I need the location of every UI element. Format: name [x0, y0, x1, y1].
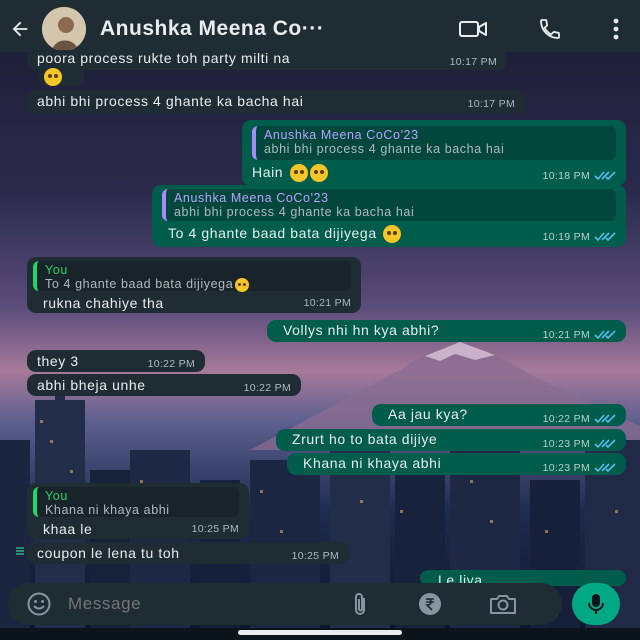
reply-text: Khana ni khaya abhi — [45, 503, 170, 517]
reply-author: You — [45, 263, 68, 277]
message-time: 10:21 PM — [303, 297, 351, 309]
reply-text: To 4 ghante baad bata dijiyega — [45, 277, 234, 291]
message-time: 10:22 PM — [147, 358, 195, 370]
message-input[interactable] — [66, 593, 330, 615]
message-time: 10:25 PM — [291, 550, 339, 562]
camera-icon[interactable] — [488, 592, 518, 616]
emoji-icon[interactable] — [26, 591, 52, 617]
pleading-face-emoji — [44, 68, 62, 87]
paperclip-icon[interactable] — [350, 591, 370, 617]
message-time: 10:22 PM — [243, 382, 291, 394]
astonished-face-emoji — [309, 164, 328, 183]
read-ticks-icon — [594, 171, 616, 181]
contact-avatar[interactable] — [42, 7, 86, 51]
reply-text: abhi bhi process 4 ghante ka bacha hai — [264, 142, 505, 156]
more-options-button[interactable] — [598, 6, 634, 52]
message-incoming[interactable]: coupon le lena tu toh 10:25 PM — [27, 542, 349, 564]
message-time: 10:19 PM — [542, 231, 590, 243]
message-time: 10:23 PM — [542, 462, 590, 474]
message-text: they 3 — [37, 353, 79, 369]
message-time: 10:18 PM — [542, 170, 590, 182]
message-text: abhi bhi process 4 ghante ka bacha hai — [37, 93, 304, 109]
phone-icon — [540, 19, 560, 39]
pleading-face-emoji — [235, 277, 250, 292]
read-ticks-icon — [594, 414, 616, 424]
message-incoming[interactable]: abhi bheja unhe 10:22 PM — [27, 374, 301, 396]
message-time: 10:25 PM — [191, 523, 239, 535]
read-ticks-icon — [594, 330, 616, 340]
voice-call-button[interactable] — [528, 6, 572, 52]
message-outgoing[interactable]: Aa jau kya? 10:22 PM — [372, 404, 626, 426]
quoted-reply[interactable]: You To 4 ghante baad bata dijiyega — [33, 261, 351, 292]
home-gesture-pill[interactable] — [238, 630, 402, 635]
message-text: Vollys nhi hn kya abhi? — [283, 322, 440, 338]
message-text: khaa le — [43, 521, 93, 537]
message-text: Khana ni khaya abhi — [303, 455, 442, 471]
reply-text: abhi bhi process 4 ghante ka bacha hai — [174, 205, 415, 219]
message-incoming[interactable]: abhi bhi process 4 ghante ka bacha hai 1… — [27, 90, 525, 114]
rupee-payment-icon[interactable] — [418, 592, 442, 616]
quoted-reply[interactable]: You Khana ni khaya abhi — [33, 487, 239, 517]
message-time: 10:17 PM — [449, 56, 497, 68]
message-outgoing[interactable]: Khana ni khaya abhi 10:23 PM — [287, 453, 626, 475]
message-incoming[interactable]: poora process rukte toh party milti na 1… — [27, 50, 507, 70]
message-text: Zrurt ho to bata dijiye — [292, 431, 438, 447]
read-ticks-icon — [594, 232, 616, 242]
more-vertical-icon — [613, 18, 619, 40]
message-outgoing[interactable]: Anushka Meena CoCo'23 abhi bhi process 4… — [152, 185, 626, 247]
message-incoming[interactable]: You Khana ni khaya abhi khaa le 10:25 PM — [27, 483, 249, 539]
contact-name[interactable]: Anushka Meena Co··· — [100, 17, 400, 41]
message-time: 10:22 PM — [542, 413, 590, 425]
read-ticks-icon — [594, 463, 616, 473]
microphone-icon — [588, 594, 604, 614]
arrow-left-icon — [12, 21, 28, 37]
reply-author: Anushka Meena CoCo'23 — [264, 128, 419, 142]
message-time: 10:17 PM — [467, 98, 515, 110]
message-outgoing[interactable]: Anushka Meena CoCo'23 abhi bhi process 4… — [242, 120, 626, 186]
video-call-icon — [459, 21, 487, 37]
forward-icon[interactable] — [15, 546, 25, 556]
message-text: To 4 ghante baad bata dijiyega — [168, 225, 377, 241]
message-time: 10:21 PM — [542, 329, 590, 341]
quoted-reply[interactable]: Anushka Meena CoCo'23 abhi bhi process 4… — [162, 189, 616, 221]
pleading-face-emoji — [383, 225, 402, 244]
message-outgoing[interactable]: Zrurt ho to bata dijiye 10:23 PM — [276, 429, 626, 451]
message-text: poora process rukte toh party milti na — [37, 50, 291, 66]
message-outgoing[interactable]: Vollys nhi hn kya abhi? 10:21 PM — [267, 320, 626, 342]
avatar-image — [42, 7, 86, 51]
video-call-button[interactable] — [451, 6, 495, 52]
reply-author: Anushka Meena CoCo'23 — [174, 191, 329, 205]
voice-record-button[interactable] — [572, 583, 620, 625]
back-button[interactable] — [0, 6, 40, 52]
message-emoji-row — [38, 68, 84, 87]
message-text: Hain — [252, 164, 284, 180]
message-incoming[interactable]: they 3 10:22 PM — [27, 350, 205, 372]
message-incoming[interactable]: You To 4 ghante baad bata dijiyega rukna… — [27, 257, 361, 313]
quoted-reply[interactable]: Anushka Meena CoCo'23 abhi bhi process 4… — [252, 126, 616, 160]
message-text: rukna chahiye tha — [43, 295, 164, 311]
message-text: abhi bheja unhe — [37, 377, 146, 393]
message-text: Aa jau kya? — [388, 406, 468, 422]
message-time: 10:23 PM — [542, 438, 590, 450]
message-composer — [8, 583, 562, 625]
read-ticks-icon — [594, 439, 616, 449]
reply-author: You — [45, 489, 68, 503]
message-text: coupon le lena tu toh — [37, 545, 180, 561]
astonished-face-emoji — [289, 164, 308, 183]
